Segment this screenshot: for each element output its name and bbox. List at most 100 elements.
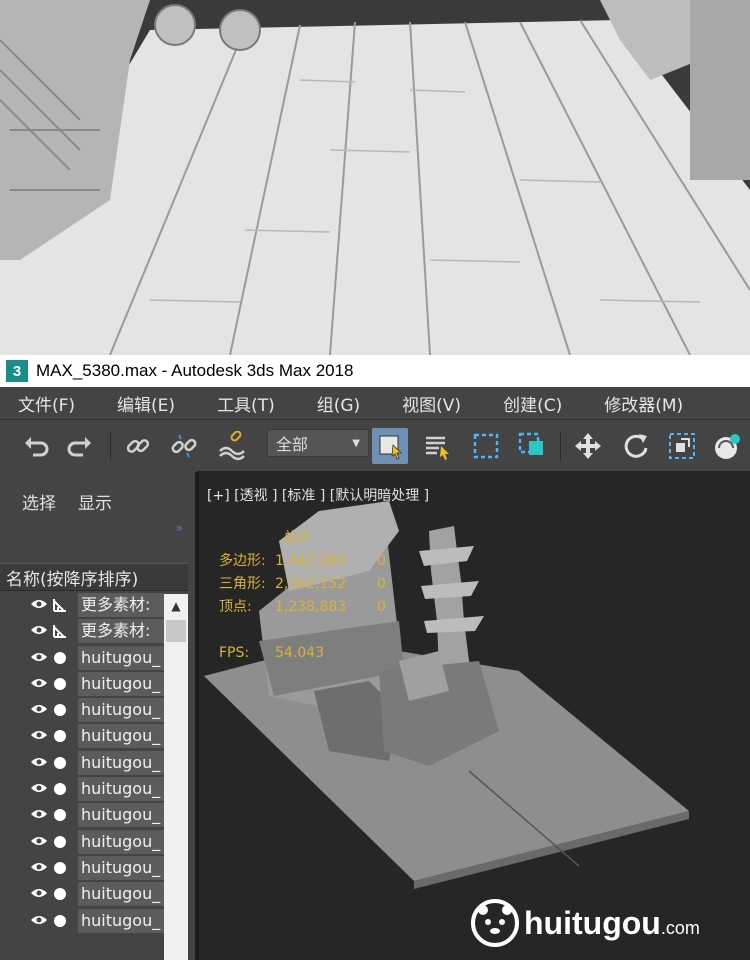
- bone-icon: [53, 599, 66, 612]
- rotate-icon[interactable]: [618, 428, 654, 464]
- list-item-label: huitugou_: [78, 645, 164, 670]
- geometry-icon: [54, 861, 66, 874]
- geometry-icon: [54, 835, 66, 848]
- list-item[interactable]: 更多素材:: [0, 592, 164, 618]
- list-item-label: huitugou_: [78, 882, 164, 907]
- list-item[interactable]: huitugou_: [0, 645, 164, 671]
- list-item[interactable]: huitugou_: [0, 697, 164, 723]
- list-item[interactable]: huitugou_: [0, 723, 164, 749]
- redo-icon[interactable]: [62, 428, 98, 464]
- list-item[interactable]: 更多素材:: [0, 618, 164, 644]
- stat-name: 多边形:: [219, 553, 266, 569]
- undo-icon[interactable]: [18, 428, 54, 464]
- eye-icon[interactable]: [30, 729, 48, 741]
- stat-selected: 0: [377, 553, 386, 569]
- stat-row-fps: FPS: 54.043: [219, 642, 397, 665]
- eye-icon[interactable]: [30, 887, 48, 899]
- geometry-icon: [54, 730, 66, 743]
- rectangular-selection-icon[interactable]: [468, 428, 504, 464]
- stat-selected: 0: [377, 599, 386, 615]
- list-item[interactable]: huitugou_: [0, 671, 164, 697]
- menu-group[interactable]: 组(G): [317, 391, 360, 416]
- expand-arrows-icon[interactable]: »: [176, 521, 183, 535]
- select-by-name-icon[interactable]: [420, 428, 456, 464]
- stat-value: 2,362,152: [275, 576, 347, 592]
- stat-name: 三角形:: [219, 576, 266, 592]
- select-object-icon[interactable]: [372, 428, 408, 464]
- list-item-label: huitugou_: [78, 671, 164, 696]
- render-preview: [0, 0, 750, 355]
- perspective-viewport[interactable]: [+] [透视 ] [标准 ] [默认明暗处理 ] 总计 多边形: 1,442,…: [197, 471, 750, 960]
- list-item-label: huitugou_: [78, 803, 164, 828]
- menu-file[interactable]: 文件(F): [18, 391, 75, 416]
- list-item[interactable]: huitugou_: [0, 829, 164, 855]
- eye-icon[interactable]: [30, 756, 48, 768]
- list-item-label: huitugou_: [78, 724, 164, 749]
- unlink-icon[interactable]: [166, 428, 202, 464]
- bone-icon: [53, 625, 66, 639]
- menu-create[interactable]: 创建(C): [503, 391, 562, 416]
- eye-icon[interactable]: [30, 914, 48, 926]
- panda-logo-icon: [471, 899, 519, 947]
- geometry-icon: [54, 809, 66, 822]
- placement-icon[interactable]: [710, 428, 746, 464]
- window-title: MAX_5380.max - Autodesk 3ds Max 2018: [36, 361, 354, 380]
- main-toolbar: 全部 ▼: [0, 419, 750, 472]
- stat-row-polygons: 多边形: 1,442,280 0: [219, 550, 397, 573]
- column-header-label: 名称(按降序排序): [6, 569, 139, 590]
- eye-icon[interactable]: [30, 598, 48, 610]
- fps-value: 54.043: [275, 645, 324, 661]
- scale-icon[interactable]: [664, 428, 700, 464]
- stat-value: 1,442,280: [275, 553, 347, 569]
- selection-filter-dropdown[interactable]: 全部 ▼: [267, 429, 369, 457]
- list-item[interactable]: huitugou_: [0, 881, 164, 907]
- watermark-suffix: .com: [660, 917, 700, 938]
- list-item-label: huitugou_: [78, 750, 164, 775]
- eye-icon[interactable]: [30, 703, 48, 715]
- menu-tools[interactable]: 工具(T): [217, 391, 275, 416]
- geometry-icon: [54, 783, 66, 796]
- stats-header: 总计: [283, 530, 311, 546]
- fps-label: FPS:: [219, 645, 250, 661]
- eye-icon[interactable]: [30, 677, 48, 689]
- list-item[interactable]: huitugou_: [0, 776, 164, 802]
- scroll-up-icon[interactable]: ▲: [164, 594, 188, 618]
- list-item[interactable]: huitugou_: [0, 750, 164, 776]
- window-crossing-icon[interactable]: [514, 428, 550, 464]
- link-icon[interactable]: [120, 428, 156, 464]
- eye-icon[interactable]: [30, 835, 48, 847]
- eye-icon[interactable]: [30, 651, 48, 663]
- object-list-scrollbar[interactable]: ▲: [164, 594, 188, 960]
- eye-icon[interactable]: [30, 808, 48, 820]
- tab-select[interactable]: 选择: [22, 489, 56, 519]
- tab-display[interactable]: 显示: [78, 489, 112, 519]
- list-item-label: huitugou_: [78, 698, 164, 723]
- list-item-label: huitugou_: [78, 777, 164, 802]
- stat-row-triangles: 三角形: 2,362,152 0: [219, 573, 397, 596]
- stat-selected: 0: [377, 576, 386, 592]
- list-item[interactable]: huitugou_: [0, 908, 164, 934]
- 3dsmax-app-icon[interactable]: 3: [6, 360, 28, 382]
- menu-bar: 文件(F) 编辑(E) 工具(T) 组(G) 视图(V) 创建(C) 修改器(M…: [0, 387, 750, 419]
- menu-edit[interactable]: 编辑(E): [117, 391, 175, 416]
- geometry-icon: [54, 651, 66, 664]
- eye-icon[interactable]: [30, 861, 48, 873]
- title-bar: 3 MAX_5380.max - Autodesk 3ds Max 2018: [0, 355, 750, 387]
- scroll-thumb[interactable]: [166, 620, 186, 642]
- list-item[interactable]: huitugou_: [0, 855, 164, 881]
- list-item[interactable]: huitugou_: [0, 802, 164, 828]
- chevron-down-icon: ▼: [352, 437, 360, 449]
- list-item-label: huitugou_: [78, 855, 164, 880]
- geometry-icon: [54, 677, 66, 690]
- menu-view[interactable]: 视图(V): [402, 391, 461, 416]
- watermark-logo: huitugou .com: [470, 898, 700, 948]
- watermark-brand: huitugou: [524, 904, 661, 941]
- bind-space-warp-icon[interactable]: [214, 428, 250, 464]
- viewport-statistics: 总计 多边形: 1,442,280 0 三角形: 2,362,152 0 顶点:…: [219, 527, 397, 665]
- geometry-icon: [54, 756, 66, 769]
- menu-modifiers[interactable]: 修改器(M): [604, 391, 683, 416]
- eye-icon[interactable]: [30, 782, 48, 794]
- move-icon[interactable]: [570, 428, 606, 464]
- eye-icon[interactable]: [30, 624, 48, 636]
- column-header[interactable]: 名称(按降序排序): [0, 563, 188, 591]
